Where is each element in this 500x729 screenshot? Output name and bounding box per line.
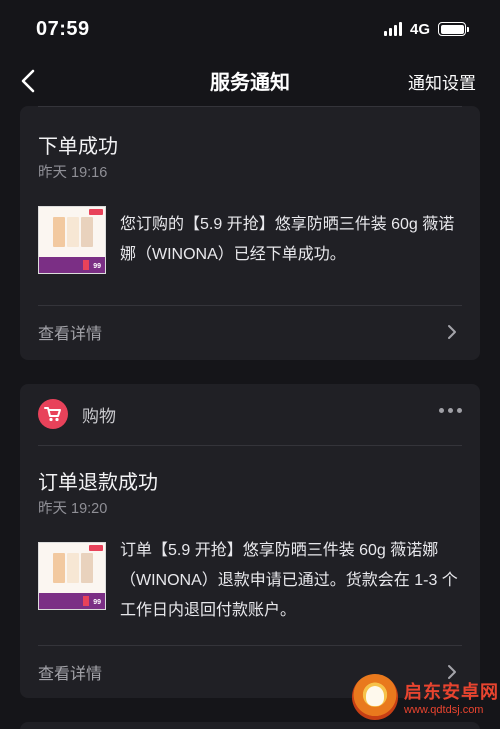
more-options-button[interactable] (439, 408, 462, 413)
watermark-name: 启东安卓网 (404, 681, 499, 702)
divider (38, 106, 462, 107)
status-indicators: 4G (383, 20, 469, 38)
battery-icon (438, 22, 469, 36)
notification-body: 订单【5.9 开抢】悠享防晒三件装 60g 薇诺娜（WINONA）退款申请已通过… (120, 542, 458, 619)
thumbnail-price: 99 (93, 599, 101, 606)
divider (38, 445, 462, 446)
network-type: 4G (409, 20, 430, 38)
status-bar: 07:59 4G (0, 0, 500, 58)
notification-card: 购物 订单退款成功 昨天 19:20 99 订单【5.9 开抢】悠享防晒三件装 … (20, 384, 480, 698)
notification-title: 订单退款成功 (38, 472, 158, 494)
signal-icon (383, 22, 402, 36)
watermark-logo-icon (352, 673, 398, 720)
page-title: 服务通知 (210, 71, 290, 94)
nav-bar: 服务通知 通知设置 (0, 58, 500, 102)
notification-card: 下单成功 昨天 19:16 99 您订购的【5.9 开抢】悠享防晒三件装 60g… (20, 106, 480, 360)
thumbnail-price: 99 (93, 263, 101, 270)
back-button[interactable] (14, 66, 44, 96)
notification-time: 昨天 19:16 (38, 165, 108, 181)
product-thumbnail[interactable]: 99 (38, 206, 106, 274)
view-details-label: 查看详情 (38, 666, 103, 683)
category-label: 购物 (82, 406, 116, 426)
shopping-cart-icon (38, 399, 68, 429)
notification-title: 下单成功 (38, 136, 118, 158)
notification-time: 昨天 19:20 (38, 501, 108, 517)
card-header: 购物 (20, 384, 480, 444)
chevron-left-icon (21, 69, 35, 93)
status-time: 07:59 (36, 17, 90, 40)
view-details-label: 查看详情 (38, 326, 103, 343)
product-thumbnail[interactable]: 99 (38, 542, 106, 610)
notification-body: 您订购的【5.9 开抢】悠享防晒三件装 60g 薇诺娜（WINONA）已经下单成… (120, 216, 455, 263)
chevron-right-icon (448, 325, 456, 339)
watermark-url: www.qdtdsj.com (404, 703, 484, 716)
notification-settings-button[interactable]: 通知设置 (408, 69, 476, 94)
watermark: 启东安卓网 www.qdtdsj.com (352, 664, 500, 729)
view-details-link[interactable]: 查看详情 (20, 306, 480, 358)
